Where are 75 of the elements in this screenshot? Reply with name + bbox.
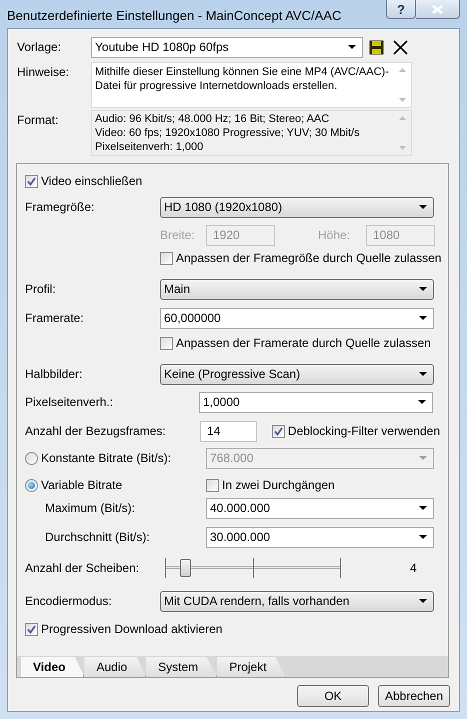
save-icon[interactable] — [369, 40, 384, 54]
slider[interactable] — [165, 556, 341, 580]
dropdown-arrow-icon — [419, 372, 427, 376]
dropdown-arrow-icon — [419, 205, 427, 209]
reference-frames-field[interactable]: 14 — [200, 420, 258, 442]
format-line: Video: 60 fps; 1920x1080 Progressive; YUV; 30 Mbit/s — [95, 126, 361, 140]
checkbox-label: Anpassen der Framegröße durch Quelle zulassen — [176, 250, 442, 267]
tab[interactable]: Video — [21, 657, 84, 677]
dialog-button[interactable]: Abbrechen — [378, 685, 450, 707]
dropdown-arrow-icon — [419, 456, 427, 460]
dropdown-arrow-icon — [419, 599, 427, 603]
window-title: Benutzerdefinierte Einstellungen - MainConcept AVC/AAC — [7, 7, 342, 25]
scroll-up-icon[interactable] — [399, 68, 406, 72]
checkbox-label: Anpassen der Framerate durch Quelle zulassen — [176, 335, 431, 352]
dropdown-arrow-icon — [418, 400, 426, 404]
delete-icon[interactable] — [393, 40, 408, 54]
slider-thumb[interactable] — [180, 559, 191, 577]
dropdown-arrow-icon — [419, 316, 427, 320]
tab[interactable]: Projekt — [217, 657, 286, 677]
checkbox[interactable] — [25, 622, 38, 636]
scroll-down-icon[interactable] — [399, 146, 406, 150]
dropdown-arrow-icon — [348, 45, 356, 49]
radio-button[interactable] — [25, 452, 38, 464]
slider-value: 4 — [410, 560, 417, 577]
notes-text: Mithilfe dieser Einstellung können Sie eine MP4 (AVC/AAC)-Datei für progressive Internetdownloads erstellen. — [94, 65, 390, 94]
dropdown[interactable]: 30.000.000 — [206, 526, 434, 548]
checkbox-label: In zwei Durchgängen — [222, 477, 335, 494]
format-line: Pixelseitenverh: 1,000 — [95, 140, 204, 154]
checkbox-label: Deblocking-Filter verwenden — [288, 423, 440, 440]
scroll-up-icon[interactable] — [399, 116, 406, 120]
field-label: Profil: — [25, 281, 57, 298]
field-label: Pixelseitenverh.: — [25, 394, 114, 411]
field-label: Maximum (Bit/s): — [45, 500, 136, 517]
dropdown[interactable]: Mit CUDA rendern, falls vorhanden — [160, 590, 434, 612]
dropdown[interactable]: Youtube HD 1080p 60fps — [91, 36, 363, 58]
dropdown-arrow-icon — [419, 506, 427, 510]
dropdown[interactable]: 60,000000 — [160, 308, 434, 328]
field-label: Encodiermodus: — [25, 593, 113, 610]
field-label: Durchschnitt (Bit/s): — [45, 529, 151, 546]
dialog-button[interactable]: OK — [297, 685, 369, 707]
field-label: Halbbilder: — [25, 366, 84, 383]
close-icon — [432, 4, 443, 14]
dropdown[interactable]: Main — [160, 278, 434, 300]
radio-label: Konstante Bitrate (Bit/s): — [41, 450, 172, 467]
checkbox[interactable] — [160, 336, 173, 350]
field-label: Format: — [16, 112, 60, 129]
dropdown[interactable]: Keine (Progressive Scan) — [160, 364, 434, 384]
dropdown[interactable]: 1,0000 — [199, 392, 433, 412]
checkbox-label: Video einschließen — [41, 173, 142, 190]
scroll-down-icon[interactable] — [399, 98, 406, 102]
checkbox[interactable] — [272, 424, 285, 438]
field-label: Breite: — [160, 227, 196, 244]
checkbox[interactable] — [206, 478, 219, 492]
close-button[interactable] — [416, 0, 460, 19]
field-label: Vorlage: — [16, 39, 62, 56]
dropdown-arrow-icon — [419, 535, 427, 539]
notes-box[interactable]: Mithilfe dieser Einstellung können Sie eine MP4 (AVC/AAC)-Datei für progressive Internetdownloads erstellen. — [91, 62, 412, 108]
field-label: Anzahl der Scheiben: — [25, 560, 140, 577]
tab[interactable]: System — [146, 657, 218, 677]
tab[interactable]: Audio — [84, 657, 146, 677]
radio-label: Variable Bitrate — [41, 477, 122, 494]
checkbox[interactable] — [25, 174, 38, 188]
dropdown[interactable]: 40.000.000 — [206, 498, 434, 518]
field-label: Hinweise: — [16, 64, 70, 81]
field-label: Anzahl der Bezugsframes: — [25, 423, 167, 440]
checkbox[interactable] — [160, 252, 173, 264]
field-label: Höhe: — [318, 227, 352, 244]
radio-button[interactable] — [25, 478, 38, 492]
dropdown-arrow-icon — [419, 287, 427, 291]
checkbox-label: Progressiven Download aktivieren — [41, 621, 222, 638]
help-button[interactable]: ? — [386, 0, 416, 19]
field-label: Framerate: — [25, 310, 85, 327]
format-line: Audio: 96 Kbit/s; 48.000 Hz; 16 Bit; Stereo; AAC — [95, 112, 330, 126]
field-label: Framegröße: — [25, 199, 96, 216]
dropdown[interactable]: HD 1080 (1920x1080) — [160, 196, 434, 218]
